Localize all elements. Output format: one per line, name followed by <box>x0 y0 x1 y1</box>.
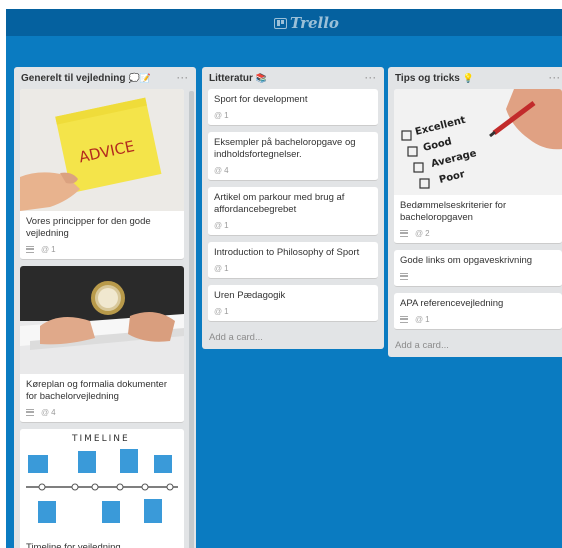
list-menu-icon[interactable]: ··· <box>365 73 377 83</box>
card-gode-links[interactable]: Gode links om opgaveskrivning <box>394 250 562 287</box>
description-icon <box>400 272 408 280</box>
attachment-count: 1 <box>224 110 229 120</box>
paperclip-icon: @ <box>214 110 223 120</box>
paperclip-icon: @ <box>214 220 223 230</box>
description-icon <box>26 408 34 416</box>
top-header: Trello <box>6 9 562 36</box>
attachment-badge: @2 <box>415 229 430 238</box>
add-card-button[interactable]: Add a card... <box>202 328 384 349</box>
description-badge <box>26 245 34 253</box>
attachment-badge: @1 <box>214 307 229 316</box>
card-badges: @2 <box>394 226 562 243</box>
paperclip-icon: @ <box>41 407 50 417</box>
attachment-badge: @1 <box>214 111 229 120</box>
attachment-count: 2 <box>425 228 430 238</box>
trello-board-icon <box>274 17 287 29</box>
lightbulb-icon: 💡 <box>462 72 475 83</box>
card-title: Bedømmelseskriterier for bacheloropgaven <box>400 200 507 223</box>
card-title: Sport for development <box>214 94 308 105</box>
card-title: Gode links om opgaveskrivning <box>400 255 533 266</box>
advice-note-image: ADVICE <box>20 89 184 211</box>
list-scrollbar[interactable] <box>189 91 194 548</box>
description-badge <box>400 315 408 323</box>
card-title: Introduction to Philosophy of Sport <box>214 247 360 258</box>
description-badge <box>26 408 34 416</box>
card-badges: @4 <box>208 163 378 180</box>
card-eksempler[interactable]: Eksempler på bacheloropgave og indholdsf… <box>208 132 378 181</box>
card-badges: @1 <box>20 242 184 259</box>
list-title: Generelt til vejledning <box>21 72 126 84</box>
card-title: Timeline for vejledning <box>26 542 121 548</box>
list-menu-icon[interactable]: ··· <box>177 73 189 83</box>
paperclip-icon: @ <box>214 263 223 273</box>
trello-logo[interactable]: Trello <box>274 14 339 32</box>
card-vores-principper[interactable]: ADVICE Vores principper for den gode vej… <box>20 89 184 260</box>
attachment-count: 1 <box>425 314 430 324</box>
attachment-count: 4 <box>224 165 229 175</box>
card-badges: @1 <box>208 218 378 235</box>
list-header[interactable]: Generelt til vejledning 💭📝 ··· <box>14 67 196 89</box>
card-koereplan[interactable]: Køreplan og formalia dokumenter for bach… <box>20 266 184 423</box>
attachment-badge: @1 <box>214 264 229 273</box>
attachment-count: 1 <box>224 306 229 316</box>
attachment-count: 1 <box>224 263 229 273</box>
card-badges: @1 <box>208 108 378 125</box>
magnifier-documents-image <box>20 266 184 374</box>
card-bedoemmelseskriterier[interactable]: Excellent Good Average Poor Bedømmelsesk… <box>394 89 562 244</box>
paperclip-icon: @ <box>214 306 223 316</box>
card-title: Vores principper for den gode vejledning <box>26 216 151 239</box>
thought-bubble-pencil-icon: 💭📝 <box>128 72 151 83</box>
description-icon <box>400 315 408 323</box>
paperclip-icon: @ <box>41 244 50 254</box>
list-menu-icon[interactable]: ··· <box>549 73 561 83</box>
card-badges: @1 <box>208 261 378 278</box>
attachment-count: 1 <box>51 244 56 254</box>
timeline-heading: TIMELINE <box>71 434 130 444</box>
list-header[interactable]: Tips og tricks 💡 ··· <box>388 67 562 89</box>
logo-text: Trello <box>290 14 339 32</box>
attachment-badge: @4 <box>41 408 56 417</box>
card-title: Eksempler på bacheloropgave og indholdsf… <box>214 137 356 160</box>
list-header[interactable]: Litteratur 📚 ··· <box>202 67 384 89</box>
card-badges: @1 <box>208 304 378 321</box>
list-tips-og-tricks: Tips og tricks 💡 ··· Excellent Good Avera… <box>388 67 562 357</box>
list-title: Litteratur <box>209 72 253 84</box>
card-title: Køreplan og formalia dokumenter for bach… <box>26 379 167 402</box>
card-parkour[interactable]: Artikel om parkour med brug af affordanc… <box>208 187 378 236</box>
description-icon <box>26 245 34 253</box>
attachment-badge: @1 <box>415 315 430 324</box>
card-philosophy-of-sport[interactable]: Introduction to Philosophy of Sport @1 <box>208 242 378 279</box>
list-generelt: Generelt til vejledning 💭📝 ··· ADVICE Vor… <box>14 67 196 548</box>
description-badge <box>400 272 408 280</box>
attachment-badge: @4 <box>214 166 229 175</box>
paperclip-icon: @ <box>415 314 424 324</box>
attachment-badge: @1 <box>41 245 56 254</box>
paperclip-icon: @ <box>415 228 424 238</box>
add-card-button[interactable]: Add a card... <box>388 336 562 357</box>
card-sport-for-development[interactable]: Sport for development @1 <box>208 89 378 126</box>
description-icon <box>400 229 408 237</box>
card-title: Artikel om parkour med brug af affordanc… <box>214 192 345 215</box>
trello-board: Trello Generelt til vejledning 💭📝 ··· ADV… <box>6 9 562 548</box>
attachment-badge: @1 <box>214 221 229 230</box>
card-uren-paedagogik[interactable]: Uren Pædagogik @1 <box>208 285 378 322</box>
attachment-count: 4 <box>51 407 56 417</box>
paperclip-icon: @ <box>214 165 223 175</box>
card-title: Uren Pædagogik <box>214 290 286 301</box>
rating-checklist-image: Excellent Good Average Poor <box>394 89 562 195</box>
timeline-image: TIMELINE <box>20 429 184 537</box>
list-title: Tips og tricks <box>395 72 460 84</box>
card-title: APA referencevejledning <box>400 298 504 309</box>
books-icon: 📚 <box>255 72 268 83</box>
card-timeline[interactable]: TIMELINE Timeline for vejledning <box>20 429 184 548</box>
card-badges: @4 <box>20 405 184 422</box>
attachment-count: 1 <box>224 220 229 230</box>
description-badge <box>400 229 408 237</box>
list-litteratur: Litteratur 📚 ··· Sport for development @1… <box>202 67 384 349</box>
card-apa-reference[interactable]: APA referencevejledning @1 <box>394 293 562 330</box>
card-badges: @1 <box>394 312 562 329</box>
card-badges <box>394 269 562 286</box>
